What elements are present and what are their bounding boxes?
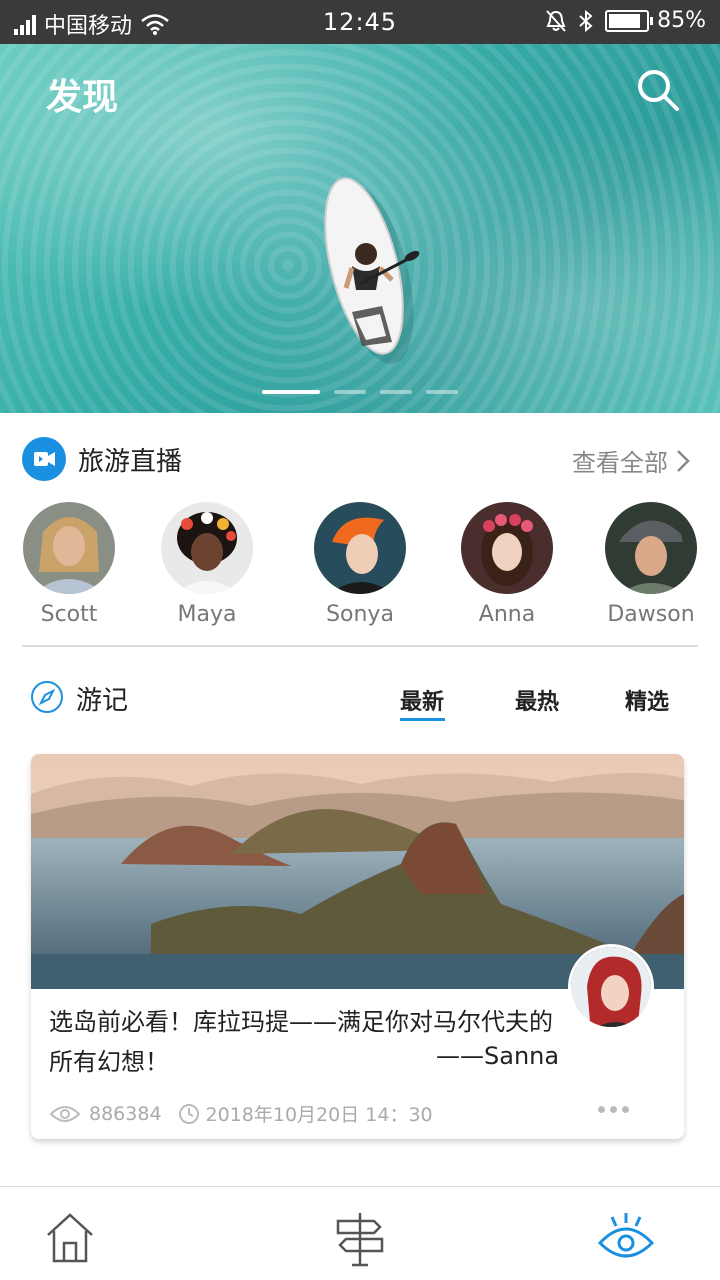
tab-featured[interactable]: 精选 — [625, 684, 669, 716]
bluetooth-icon — [579, 9, 593, 32]
travelogue-card[interactable]: 选岛前必看！库拉玛提——满足你对马尔代夫的所有幻想！ ——Sanna 88638… — [31, 754, 684, 1139]
status-right: 85% — [545, 8, 706, 33]
hero-banner[interactable]: 发现 — [0, 44, 720, 413]
travelogue-title: 游记 — [76, 686, 129, 716]
section-divider — [22, 645, 698, 647]
avatar — [461, 502, 553, 594]
post-date: 2018年10月20日 14：30 — [205, 1104, 433, 1126]
battery-percent: 85% — [657, 8, 706, 33]
search-icon[interactable] — [636, 68, 680, 112]
card-author: ——Sanna — [436, 1042, 560, 1070]
streamer-item[interactable]: Maya — [142, 502, 272, 627]
travelogue-header: 游记 最新 最热 精选 — [0, 660, 720, 740]
streamer-name: Scott — [40, 602, 98, 627]
streamer-item[interactable]: Dawson — [586, 502, 716, 627]
active-tab-indicator — [400, 718, 445, 721]
bottom-nav — [0, 1186, 720, 1280]
eye-icon — [49, 1105, 81, 1122]
streamer-item[interactable]: Sonya — [295, 502, 425, 627]
compass-icon — [31, 681, 63, 713]
avatar — [161, 502, 253, 594]
clock-icon — [178, 1103, 199, 1124]
view-all-label: 查看全部 — [572, 449, 668, 477]
tab-hottest[interactable]: 最热 — [515, 684, 559, 716]
view-all-link[interactable]: 查看全部 — [572, 443, 690, 478]
nav-explore[interactable] — [330, 1207, 390, 1267]
battery-fill — [609, 13, 640, 28]
streamer-name: Maya — [177, 602, 237, 627]
chevron-right-icon — [677, 449, 690, 472]
nav-discover[interactable] — [596, 1207, 656, 1267]
card-meta: 886384 2018年10月20日 14：30 — [49, 1100, 433, 1127]
nav-home[interactable] — [40, 1207, 100, 1267]
eye-icon — [597, 1213, 655, 1258]
streamer-item[interactable]: Anna — [442, 502, 572, 627]
battery-icon — [605, 9, 654, 32]
carousel-dot[interactable] — [426, 390, 458, 394]
streamer-item[interactable]: Scott — [4, 502, 134, 627]
avatar — [23, 502, 115, 594]
video-camera-icon — [22, 437, 66, 481]
status-bar: 中国移动 12:45 85% — [0, 0, 720, 44]
carousel-dot[interactable] — [262, 390, 320, 394]
avatar — [605, 502, 697, 594]
avatar — [314, 502, 406, 594]
carousel-indicator — [0, 390, 720, 394]
signpost-icon — [336, 1213, 384, 1267]
bell-muted-icon — [546, 9, 566, 32]
carousel-dot[interactable] — [334, 390, 366, 394]
live-section-header: 旅游直播 查看全部 — [0, 413, 720, 503]
home-icon — [47, 1213, 93, 1263]
carousel-dot[interactable] — [380, 390, 412, 394]
more-options-icon[interactable] — [598, 1106, 632, 1120]
view-count: 886384 — [89, 1102, 162, 1125]
streamer-name: Anna — [478, 602, 536, 627]
streamer-name: Sonya — [326, 602, 394, 627]
page-title: 发现 — [46, 77, 119, 118]
streamer-list: Scott Maya Sonya Anna Dawson — [0, 502, 720, 632]
streamer-name: Dawson — [607, 602, 695, 627]
live-section-title: 旅游直播 — [78, 447, 183, 477]
tab-latest[interactable]: 最新 — [400, 684, 444, 716]
author-avatar[interactable] — [568, 944, 654, 1030]
